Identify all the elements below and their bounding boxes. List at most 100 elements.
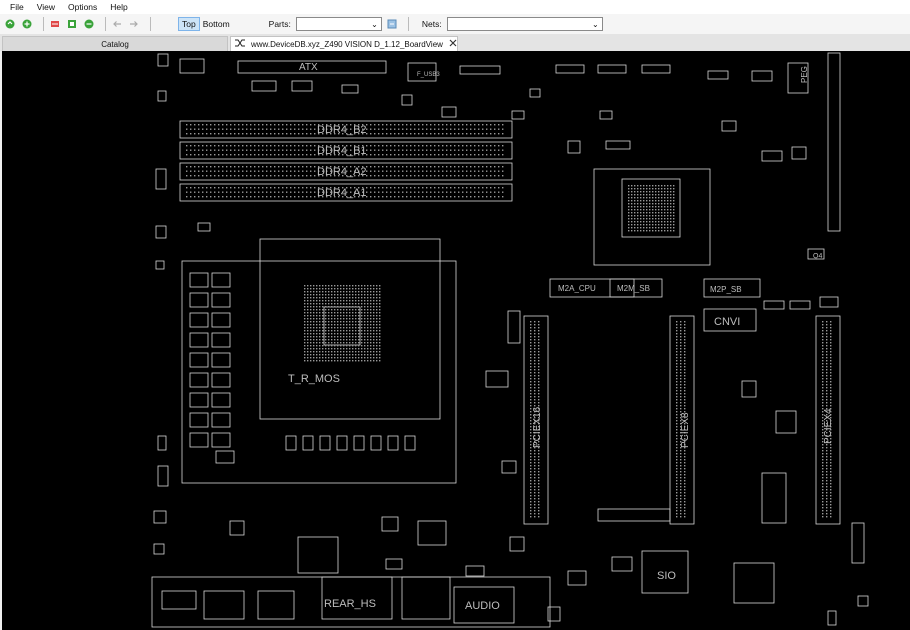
component-outline[interactable]	[857, 595, 869, 607]
component-outline[interactable]	[775, 410, 797, 434]
component-outline[interactable]	[157, 90, 167, 102]
vrm-phase[interactable]	[370, 435, 382, 451]
search-part-icon[interactable]	[386, 18, 398, 30]
component-outline[interactable]	[215, 450, 235, 464]
component-outline[interactable]	[761, 150, 783, 162]
vrm-choke[interactable]	[189, 272, 209, 288]
vrm-phase[interactable]	[387, 435, 399, 451]
component-outline[interactable]	[611, 556, 633, 572]
lan-chip[interactable]	[297, 536, 339, 574]
component-outline[interactable]	[763, 300, 785, 310]
component-outline[interactable]	[819, 296, 839, 308]
pch-outline[interactable]	[593, 168, 711, 266]
rear-port[interactable]	[161, 590, 197, 610]
component-outline[interactable]	[157, 53, 169, 67]
component-outline[interactable]	[153, 510, 167, 524]
component-outline[interactable]	[507, 310, 521, 344]
component-outline[interactable]	[291, 80, 313, 92]
component-outline[interactable]	[597, 64, 627, 74]
vrm-mosfet[interactable]	[211, 372, 231, 388]
board-drawing[interactable]: ATX F_USB3 DDR4_B2 DDR4_B1 DDR4_A2 DDR4_…	[2, 51, 910, 630]
component-outline[interactable]	[459, 65, 501, 75]
component-outline[interactable]	[741, 380, 757, 398]
tab-catalog[interactable]: Catalog	[2, 36, 228, 51]
cpu-socket[interactable]	[259, 238, 441, 420]
component-outline[interactable]	[599, 110, 613, 120]
vrm-mosfet[interactable]	[211, 312, 231, 328]
vrm-choke[interactable]	[189, 292, 209, 308]
component-outline[interactable]	[501, 460, 517, 474]
component-outline[interactable]	[153, 543, 165, 555]
component-outline[interactable]	[509, 536, 525, 552]
component-outline[interactable]	[157, 465, 169, 487]
vrm-mosfet[interactable]	[211, 272, 231, 288]
component-outline[interactable]	[465, 565, 485, 577]
component-outline[interactable]	[381, 516, 399, 532]
component-outline[interactable]	[555, 64, 585, 74]
vrm-mosfet[interactable]	[211, 292, 231, 308]
fit-icon[interactable]	[66, 18, 78, 30]
menu-help[interactable]: Help	[110, 2, 127, 12]
top-side-toggle[interactable]: Top	[178, 17, 200, 31]
component-outline[interactable]	[155, 260, 165, 270]
vrm-choke[interactable]	[189, 352, 209, 368]
flip-icon[interactable]	[49, 18, 61, 30]
component-outline[interactable]	[567, 570, 587, 586]
component-outline[interactable]	[597, 508, 671, 522]
back-arrow-icon[interactable]	[111, 18, 123, 30]
vrm-choke[interactable]	[189, 412, 209, 428]
vrm-choke[interactable]	[189, 392, 209, 408]
zoom-in-icon[interactable]	[21, 18, 33, 30]
vrm-mosfet[interactable]	[211, 432, 231, 448]
vrm-choke[interactable]	[189, 332, 209, 348]
parts-dropdown[interactable]: ⌄	[295, 17, 382, 31]
forward-arrow-icon[interactable]	[128, 18, 140, 30]
close-icon[interactable]	[449, 39, 457, 49]
menu-options[interactable]: Options	[68, 2, 97, 12]
component-outline[interactable]	[229, 520, 245, 536]
right-edge-header[interactable]	[827, 52, 841, 232]
component-outline[interactable]	[511, 110, 525, 120]
vrm-choke[interactable]	[189, 312, 209, 328]
component-outline[interactable]	[155, 168, 167, 190]
component-outline[interactable]	[485, 370, 509, 388]
component-outline[interactable]	[417, 520, 447, 546]
component-outline[interactable]	[761, 472, 787, 524]
vrm-phase[interactable]	[336, 435, 348, 451]
rear-port[interactable]	[203, 590, 245, 620]
component-outline[interactable]	[441, 106, 457, 118]
component-outline[interactable]	[341, 84, 359, 94]
vrm-mosfet[interactable]	[211, 392, 231, 408]
vrm-phase[interactable]	[404, 435, 416, 451]
component-outline[interactable]	[567, 140, 581, 154]
refresh-icon[interactable]	[4, 18, 16, 30]
zoom-out-icon[interactable]	[83, 18, 95, 30]
component-outline[interactable]	[529, 88, 541, 98]
vrm-choke[interactable]	[189, 372, 209, 388]
vrm-mosfet[interactable]	[211, 412, 231, 428]
component-outline[interactable]	[385, 558, 403, 570]
component-outline[interactable]	[751, 70, 773, 82]
component-outline[interactable]	[851, 522, 865, 564]
component-outline[interactable]	[733, 562, 775, 604]
component-outline[interactable]	[179, 58, 205, 74]
vrm-phase[interactable]	[353, 435, 365, 451]
component-outline[interactable]	[605, 140, 631, 150]
vrm-choke[interactable]	[189, 432, 209, 448]
component-outline[interactable]	[707, 70, 729, 80]
rear-port[interactable]	[257, 590, 295, 620]
component-outline[interactable]	[401, 94, 413, 106]
tab-boardview[interactable]: www.DeviceDB.xyz_Z490 VISION D_1.12_Boar…	[230, 36, 458, 51]
vrm-phase[interactable]	[285, 435, 297, 451]
vrm-phase[interactable]	[319, 435, 331, 451]
menu-view[interactable]: View	[37, 2, 55, 12]
component-outline[interactable]	[251, 80, 277, 92]
menu-file[interactable]: File	[10, 2, 24, 12]
vrm-mosfet[interactable]	[211, 352, 231, 368]
component-outline[interactable]	[827, 610, 837, 626]
component-outline[interactable]	[155, 225, 167, 239]
vrm-mosfet[interactable]	[211, 332, 231, 348]
bottom-side-toggle[interactable]: Bottom	[200, 17, 233, 31]
vrm-phase[interactable]	[302, 435, 314, 451]
component-outline[interactable]	[791, 146, 807, 160]
